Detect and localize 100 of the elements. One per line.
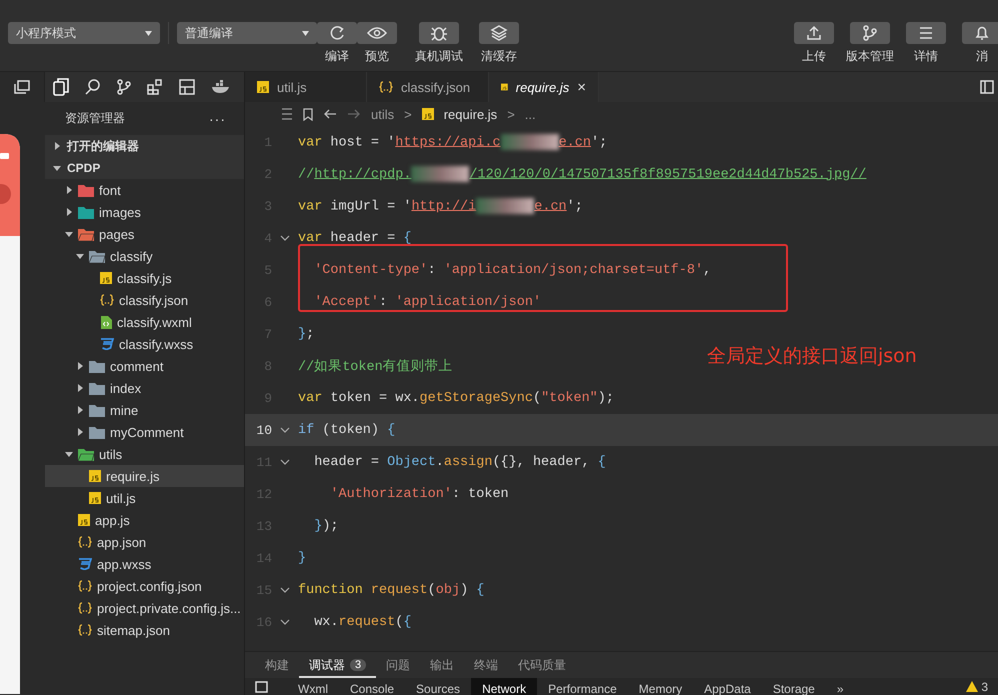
bookmark-icon — [303, 108, 313, 120]
caret-right-icon — [76, 406, 84, 414]
panel-tab[interactable]: 问题 — [376, 652, 420, 678]
folder-icon — [78, 184, 94, 196]
more-tabs-button[interactable]: » — [826, 678, 855, 695]
code-line: //http://cpdp. /120/120/0/147507135f8f8957519ee2d44d47b525.jpg// — [298, 166, 866, 182]
blurred-text — [476, 198, 534, 214]
section-header[interactable]: 打开的编辑器 — [45, 135, 244, 157]
wxml-file-icon — [100, 316, 112, 328]
panel-tab[interactable]: 构建 — [255, 652, 299, 678]
folder-item[interactable]: font — [45, 179, 244, 201]
file-item[interactable]: app.json — [45, 531, 244, 553]
code-line: 'Content-type': 'application/json;charset=utf-8', — [313, 262, 712, 278]
toolbar-button[interactable] — [906, 22, 946, 44]
folder-item[interactable]: myComment — [45, 421, 244, 443]
toolbar-label: 版本管理 — [846, 48, 894, 65]
open-folder-icon — [78, 448, 94, 460]
whale-icon — [211, 80, 231, 94]
panel-tab[interactable]: 调试器 3 — [299, 652, 376, 678]
file-item[interactable]: app.wxss — [45, 553, 244, 575]
open-folder-icon — [89, 250, 105, 262]
toolbar-button[interactable] — [794, 22, 834, 44]
toolbar-button[interactable] — [850, 22, 890, 44]
file-item[interactable]: project.private.config.js... — [45, 597, 244, 619]
close-icon[interactable]: × — [577, 78, 586, 96]
breadcrumb-separator: > — [507, 106, 515, 122]
panel-tab[interactable]: 代码质量 — [508, 652, 576, 678]
inspect-icon — [255, 680, 269, 692]
folder-item[interactable]: utils — [45, 443, 244, 465]
toolbar-button[interactable] — [357, 22, 397, 44]
file-item[interactable]: require.js — [45, 465, 244, 487]
refresh-icon — [328, 24, 346, 42]
code-line: var host = 'https://api.c e.cn'; — [298, 134, 608, 150]
file-item[interactable]: classify.js — [45, 267, 244, 289]
fold-chevron-icon[interactable] — [280, 427, 290, 433]
css-file-icon — [100, 338, 114, 350]
breadcrumb-item[interactable]: ... — [524, 106, 536, 122]
branch-icon — [862, 25, 878, 41]
file-item[interactable]: sitemap.json — [45, 619, 244, 641]
toolbar-button[interactable] — [479, 22, 519, 44]
annotation-text: 全局定义的接口返回json — [707, 344, 917, 369]
folder-item[interactable]: images — [45, 201, 244, 223]
breadcrumb-item[interactable]: utils — [371, 106, 394, 122]
folder-item[interactable]: index — [45, 377, 244, 399]
file-item[interactable]: project.config.json — [45, 575, 244, 597]
folder-item[interactable]: mine — [45, 399, 244, 421]
code-line: 'Accept': 'application/json' — [313, 294, 542, 310]
warning-count: 3 — [981, 680, 988, 694]
code-line: function request(obj) { — [298, 582, 484, 598]
folder-item[interactable]: comment — [45, 355, 244, 377]
folder-icon — [89, 360, 105, 372]
caret-down-icon — [53, 164, 61, 172]
section-header[interactable]: CPDP — [45, 157, 244, 179]
panel-tab[interactable]: 终端 — [464, 652, 508, 678]
line-number: 10 — [255, 422, 272, 438]
blurred-text — [411, 166, 470, 182]
js-file-icon — [89, 470, 101, 482]
caret-right-icon — [53, 142, 61, 150]
eye-icon — [367, 26, 387, 40]
fold-chevron-icon[interactable] — [280, 459, 290, 465]
editor-tab[interactable]: require.js × — [489, 72, 599, 102]
file-item[interactable]: classify.wxss — [45, 333, 244, 355]
editor-tab[interactable]: util.js — [245, 72, 367, 102]
menu-icon — [918, 26, 934, 40]
compile-dropdown[interactable]: 普通编译 — [177, 22, 317, 44]
devtools-tab[interactable]: Performance — [537, 678, 628, 695]
editor-tab[interactable]: classify.json — [367, 72, 489, 102]
breadcrumb-separator: > — [404, 106, 412, 122]
dropdown-caret-icon — [145, 30, 152, 36]
panel-tab[interactable]: 输出 — [420, 652, 464, 678]
folder-item[interactable]: pages — [45, 223, 244, 245]
more-button[interactable]: ··· — [209, 110, 226, 126]
folder-icon — [78, 206, 94, 218]
json-file-icon — [78, 536, 92, 548]
devtools-tab[interactable]: Network — [471, 678, 538, 695]
bell-icon — [974, 25, 990, 41]
code-line: var header = { — [298, 230, 412, 246]
js-file-icon — [89, 492, 101, 504]
toolbar-button[interactable] — [419, 22, 459, 44]
folder-item[interactable]: classify — [45, 245, 244, 267]
devtools-tab[interactable]: Sources — [405, 678, 472, 695]
fold-chevron-icon[interactable] — [280, 587, 290, 593]
fold-chevron-icon[interactable] — [280, 619, 290, 625]
fold-chevron-icon[interactable] — [280, 235, 290, 241]
dropdown-caret-icon — [302, 30, 309, 36]
mode-dropdown[interactable]: 小程序模式 — [8, 22, 160, 44]
toolbar-label: 编译 — [325, 48, 349, 65]
split-editor-icon — [980, 80, 994, 94]
toolbar-button[interactable] — [962, 22, 998, 44]
file-item[interactable]: app.js — [45, 509, 244, 531]
file-item[interactable]: classify.wxml — [45, 311, 244, 333]
caret-down-icon — [65, 230, 73, 238]
devtools-tab[interactable]: Wxml — [287, 678, 339, 695]
toolbar-label: 详情 — [914, 48, 938, 65]
caret-down-icon — [65, 450, 73, 458]
file-item[interactable]: util.js — [45, 487, 244, 509]
file-item[interactable]: classify.json — [45, 289, 244, 311]
devtools-tab[interactable]: Console — [339, 678, 406, 695]
code-line: header = Object.assign({}, header, { — [313, 454, 606, 470]
breadcrumb-item[interactable]: require.js — [444, 106, 498, 122]
